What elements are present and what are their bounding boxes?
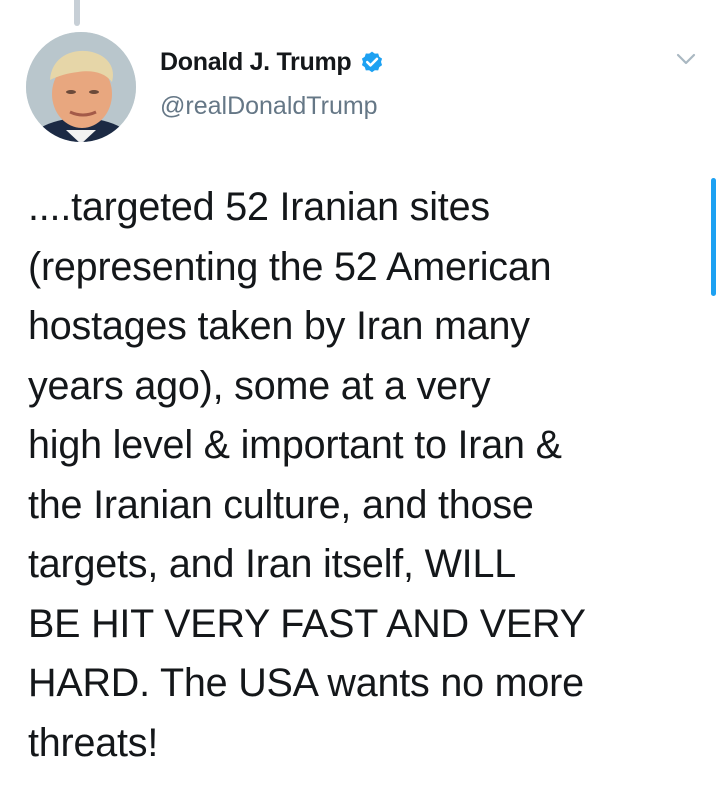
thread-connector-line — [74, 0, 80, 26]
tweet-text-line: (representing the 52 American — [28, 244, 552, 289]
scroll-indicator[interactable] — [711, 178, 716, 296]
author-handle[interactable]: @realDonaldTrump — [160, 92, 378, 121]
tweet-screen: Donald J. Trump @realDonaldTrump ....tar… — [0, 0, 719, 787]
verified-badge-icon — [362, 51, 383, 72]
tweet-text-line: threats! — [28, 720, 159, 765]
tweet-text-line: targets, and Iran itself, WILL — [28, 542, 516, 586]
tweet-text-line: ....targeted 52 Iranian sites — [28, 185, 490, 229]
tweet-text-line: BE HIT VERY FAST AND VERY — [28, 601, 586, 646]
author-display-name[interactable]: Donald J. Trump — [160, 48, 352, 77]
tweet-text-line: years ago), some at a very — [28, 363, 491, 408]
tweet-text: ....targeted 52 Iranian sites (represent… — [28, 178, 688, 773]
author-name-row: Donald J. Trump — [160, 48, 385, 77]
avatar[interactable] — [26, 32, 136, 142]
chevron-down-icon[interactable] — [676, 52, 696, 66]
tweet-text-line: the Iranian culture, and those — [28, 482, 534, 527]
profile-photo-icon — [26, 32, 136, 142]
tweet-text-line: HARD. The USA wants no more — [28, 661, 584, 705]
tweet-text-line: hostages taken by Iran many — [28, 304, 530, 348]
tweet-text-line: high level & important to Iran & — [28, 423, 562, 467]
